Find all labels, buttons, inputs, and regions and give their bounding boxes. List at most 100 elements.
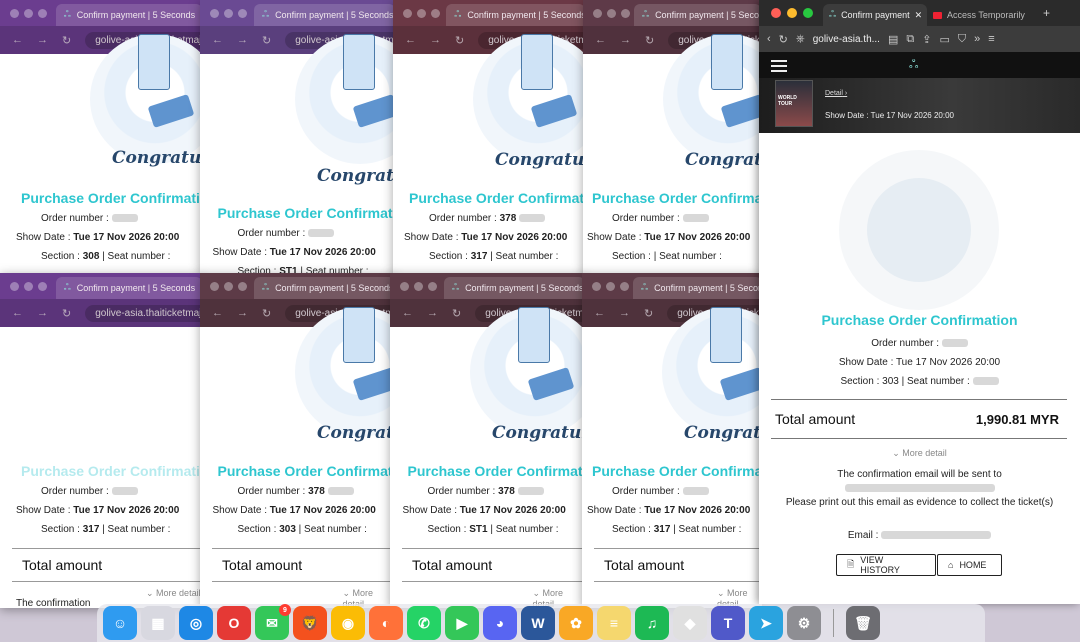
reload-icon[interactable]: ↻	[452, 307, 461, 320]
tab-confirm-payment[interactable]: ஃ Confirm payment ✕	[823, 4, 927, 26]
back-icon[interactable]: ←	[12, 307, 23, 319]
share-icon[interactable]: ⇪	[922, 33, 931, 46]
zoom-window-button[interactable]	[38, 8, 47, 18]
background-browser-window[interactable]: ஃConfirm payment | 5 Seconds ← → ↻ goliv…	[390, 273, 585, 608]
background-browser-window[interactable]: ஃConfirm payment | 5 Seconds ← → ↻ goliv…	[200, 0, 395, 275]
dock-discord-icon[interactable]: ◕	[483, 606, 517, 640]
background-browser-window[interactable]: ஃConfirm payment | 5 Seconds ← → ↻ goliv…	[393, 0, 585, 275]
close-tab-icon[interactable]: ✕	[915, 10, 923, 21]
forward-icon[interactable]: →	[619, 307, 630, 319]
background-browser-window[interactable]: ஃConfirm payment | 5 Seconds ← → ↻ goliv…	[0, 273, 202, 608]
tab-confirm-payment[interactable]: ஃ Confirm payment | 5 Seconds	[55, 277, 202, 299]
zoom-window-button[interactable]	[803, 8, 813, 18]
reload-icon[interactable]: ↻	[779, 33, 788, 46]
dock-chrome-icon[interactable]: ◉	[331, 606, 365, 640]
menu-icon[interactable]: ≡	[988, 33, 994, 45]
dock-telegram-icon[interactable]: ➤	[749, 606, 783, 640]
dock-word-icon[interactable]: W	[521, 606, 555, 640]
tab-confirm-payment[interactable]: ஃ Confirm payment | 5 Seconds	[634, 4, 761, 26]
zoom-window-button[interactable]	[431, 8, 440, 18]
extensions-icon[interactable]: ⧉	[906, 33, 914, 46]
close-window-button[interactable]	[210, 8, 219, 18]
detail-link[interactable]: Detail ›	[825, 90, 847, 97]
reload-icon[interactable]: ↻	[62, 34, 71, 47]
dock-settings-icon[interactable]: ⚙	[787, 606, 821, 640]
dock-brave-icon[interactable]: 🦁	[293, 606, 327, 640]
reload-icon[interactable]: ↻	[262, 307, 271, 320]
close-window-button[interactable]	[10, 8, 19, 18]
close-window-button[interactable]	[400, 281, 409, 291]
more-detail-toggle[interactable]: ⌄ More detail	[759, 448, 1080, 459]
back-icon[interactable]: ←	[12, 34, 23, 46]
close-window-button[interactable]	[593, 8, 602, 18]
background-browser-window[interactable]: ஃConfirm payment | 5 Seconds ← → ↻ goliv…	[200, 273, 395, 608]
reader-icon[interactable]: ▤	[888, 33, 898, 46]
reload-icon[interactable]: ↻	[645, 34, 654, 47]
dock-facetime-icon[interactable]: ▶	[445, 606, 479, 640]
zoom-window-button[interactable]	[621, 8, 630, 18]
tab-confirm-payment[interactable]: ஃ Confirm payment | 5 Seconds	[55, 4, 202, 26]
tab-confirm-payment[interactable]: ஃ Confirm payment | 5 Seconds	[254, 277, 395, 299]
forward-icon[interactable]: →	[620, 34, 631, 46]
site-logo-icon[interactable]: ஃ	[909, 57, 918, 73]
tab-access-temporarily[interactable]: Access Temporarily	[927, 4, 1039, 26]
back-icon[interactable]: ←	[594, 307, 605, 319]
forward-icon[interactable]: →	[237, 307, 248, 319]
zoom-window-button[interactable]	[428, 281, 437, 291]
close-window-button[interactable]	[10, 281, 19, 291]
back-icon[interactable]: ←	[595, 34, 606, 46]
minimize-window-button[interactable]	[224, 281, 233, 291]
reload-icon[interactable]: ↻	[62, 307, 71, 320]
close-window-button[interactable]	[771, 8, 781, 18]
forward-icon[interactable]: →	[427, 307, 438, 319]
forward-icon[interactable]: →	[430, 34, 441, 46]
minimize-window-button[interactable]	[24, 8, 33, 18]
back-icon[interactable]: ‹	[767, 33, 771, 45]
more-icon[interactable]: »	[974, 33, 980, 45]
reload-icon[interactable]: ↻	[644, 307, 653, 320]
close-window-button[interactable]	[210, 281, 219, 291]
dock-opera-icon[interactable]: O	[217, 606, 251, 640]
forward-icon[interactable]: →	[237, 34, 248, 46]
back-icon[interactable]: ←	[212, 34, 223, 46]
reload-icon[interactable]: ↻	[455, 34, 464, 47]
background-browser-window[interactable]: ஃConfirm payment | 5 Seconds ← → ↻ goliv…	[0, 0, 202, 275]
more-detail-toggle[interactable]: ⌄ More detail	[146, 588, 201, 599]
view-history-button[interactable]: 🗎 VIEW HISTORY	[836, 554, 936, 576]
background-browser-window[interactable]: ஃConfirm payment | 5 Seconds ← → ↻ goliv…	[582, 273, 762, 608]
wallet-icon[interactable]: ▭	[939, 33, 949, 46]
dock-finder-icon[interactable]: ☺	[103, 606, 137, 640]
zoom-window-button[interactable]	[238, 281, 247, 291]
dock-launchpad-icon[interactable]: ▦	[141, 606, 175, 640]
zoom-window-button[interactable]	[620, 281, 629, 291]
address-bar[interactable]: golive-asia.thaiticketmajor.com	[85, 304, 202, 322]
bookmark-icon[interactable]: ⎈	[796, 33, 805, 46]
dock-teams-icon[interactable]: T	[711, 606, 745, 640]
background-browser-window[interactable]: ஃConfirm payment | 5 Seconds ← → ↻ goliv…	[583, 0, 761, 275]
back-icon[interactable]: ←	[212, 307, 223, 319]
dock-messages-icon[interactable]: ✉ 9	[255, 604, 291, 640]
dock-roblox-icon[interactable]: ◆	[673, 606, 707, 640]
minimize-window-button[interactable]	[607, 8, 616, 18]
back-icon[interactable]: ←	[402, 307, 413, 319]
tab-confirm-payment[interactable]: ஃ Confirm payment | 5 Seconds	[254, 4, 395, 26]
forward-icon[interactable]: →	[37, 307, 48, 319]
address-bar[interactable]: golive-asia.th...	[813, 34, 880, 45]
minimize-window-button[interactable]	[787, 8, 797, 18]
reload-icon[interactable]: ↻	[262, 34, 271, 47]
dock-firefox-icon[interactable]: ◐	[369, 606, 403, 640]
tab-confirm-payment[interactable]: ஃ Confirm payment | 5 Seconds	[446, 4, 585, 26]
zoom-window-button[interactable]	[38, 281, 47, 291]
dock-photos-icon[interactable]: ✿	[559, 606, 593, 640]
minimize-window-button[interactable]	[606, 281, 615, 291]
hamburger-menu-icon[interactable]	[771, 60, 787, 75]
dock-safari-icon[interactable]: ◎	[179, 606, 213, 640]
minimize-window-button[interactable]	[224, 8, 233, 18]
new-tab-icon[interactable]: +	[1043, 6, 1050, 20]
back-icon[interactable]: ←	[405, 34, 416, 46]
minimize-window-button[interactable]	[414, 281, 423, 291]
minimize-window-button[interactable]	[24, 281, 33, 291]
home-button[interactable]: ⌂ HOME	[937, 554, 1002, 576]
dock-notes-icon[interactable]: ≡	[597, 606, 631, 640]
dock-spotify-icon[interactable]: ♫	[635, 606, 669, 640]
